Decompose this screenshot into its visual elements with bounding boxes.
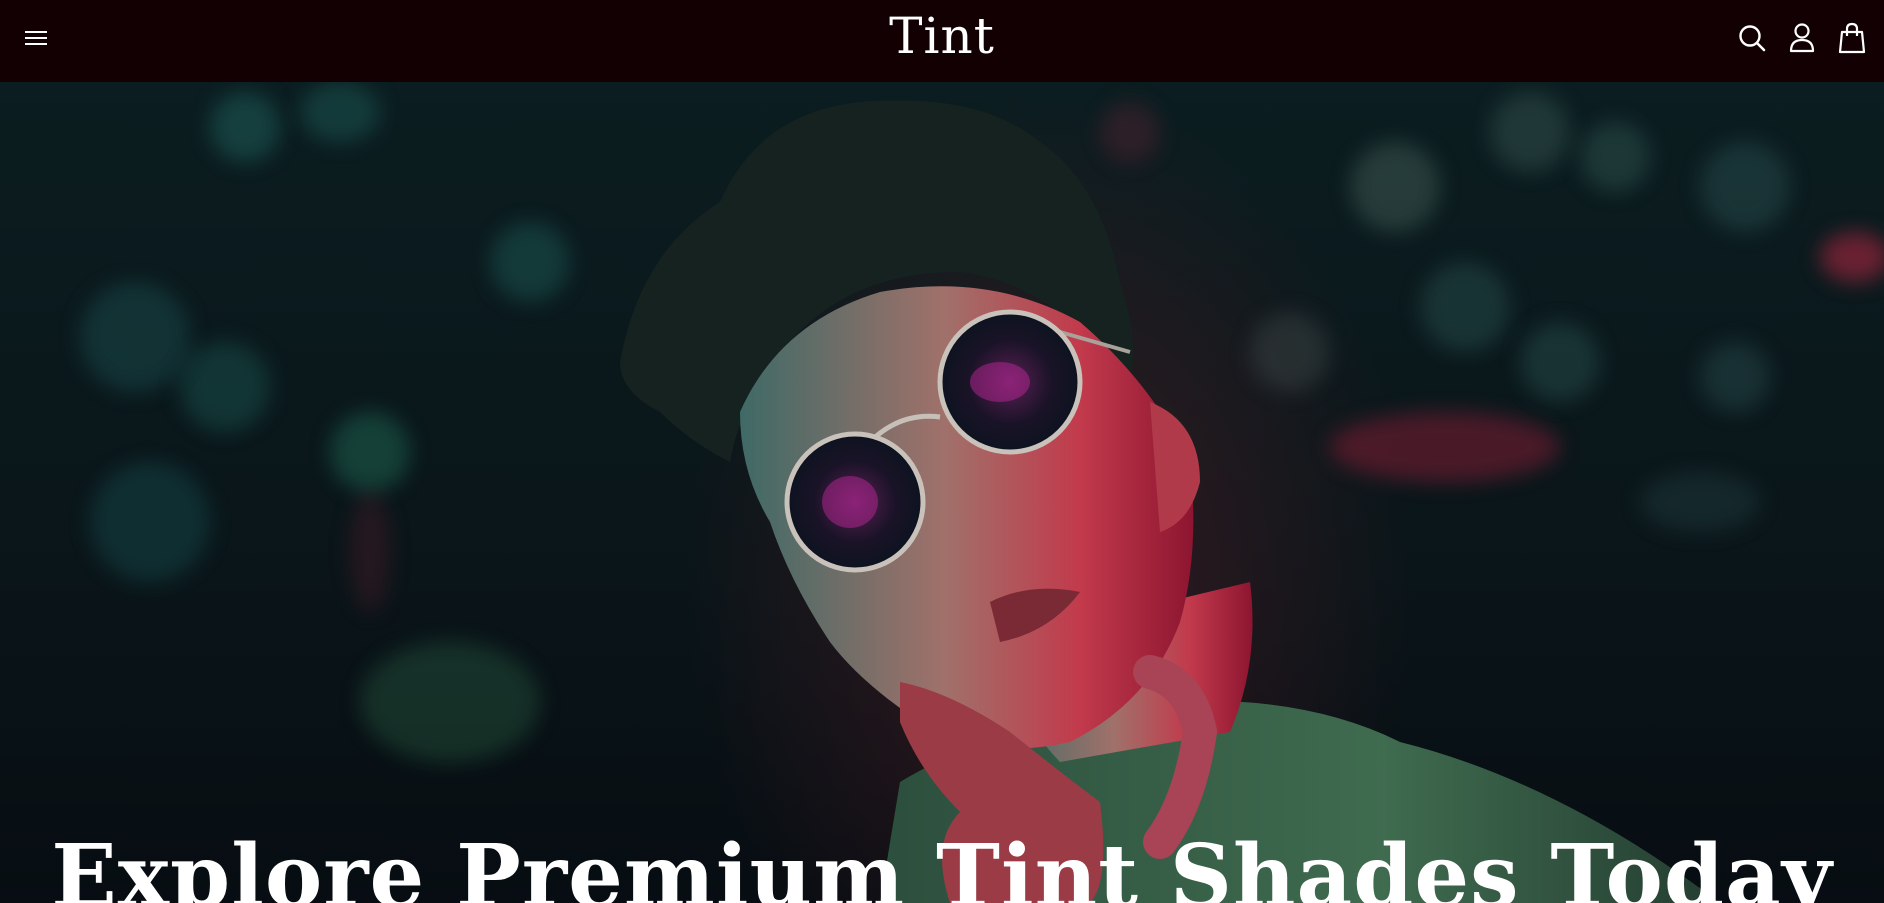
hero-heading: Explore Premium Tint Shades Today [51,826,1833,903]
account-button[interactable] [1786,20,1818,56]
header-actions [1736,20,1868,56]
hero-image [620,100,1720,903]
page: Tint Explore Premium Tint Shades Today [0,0,1884,903]
site-header: Tint [0,0,1884,82]
cart-bag-icon [1838,22,1866,54]
site-logo[interactable]: Tint [0,4,1884,68]
cart-button[interactable] [1836,20,1868,56]
account-icon [1789,23,1815,53]
search-icon [1739,25,1766,52]
search-button[interactable] [1736,20,1768,56]
hero-banner: Explore Premium Tint Shades Today [0,82,1884,903]
